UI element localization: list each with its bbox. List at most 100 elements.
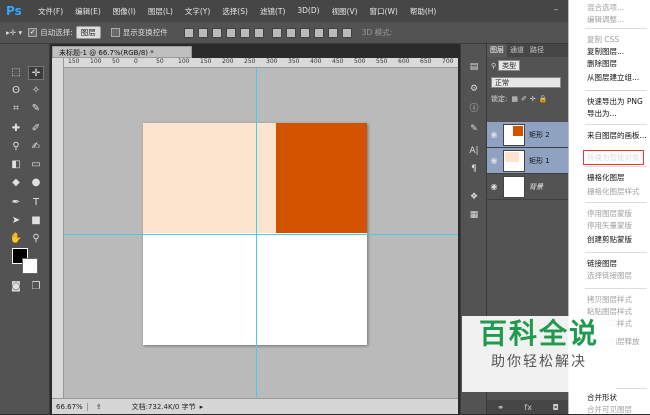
properties-panel-icon[interactable]: ⚙ [466, 82, 482, 96]
layer-row[interactable]: ◉ 背景 [487, 174, 569, 200]
context-menu-item[interactable]: 合并可见图层 [587, 404, 632, 415]
hand-tool-icon[interactable]: ✋ [8, 232, 24, 246]
context-menu-item[interactable]: 栅格化图层样式 [587, 186, 640, 197]
vertical-guide[interactable] [256, 68, 257, 398]
brushes-panel-icon[interactable]: ✎ [466, 122, 482, 136]
context-menu-item[interactable]: 停用矢量蒙版 [587, 220, 632, 231]
dodge-tool-icon[interactable]: ● [28, 176, 44, 190]
distribute-right-icon[interactable] [341, 27, 352, 38]
distribute-top-icon[interactable] [271, 27, 282, 38]
convert-to-smart-object-menu-item[interactable]: 转换为智能对象 [583, 150, 644, 165]
show-transform-checkbox[interactable]: 显示变换控件 [110, 27, 168, 38]
context-menu-item[interactable]: 拷贝图层样式 [587, 294, 632, 305]
eraser-tool-icon[interactable]: ◧ [8, 158, 24, 172]
context-menu-item[interactable]: 停用图层蒙版 [587, 208, 632, 219]
eyedropper-tool-icon[interactable]: ✎ [28, 102, 44, 116]
context-menu-item[interactable]: 栅格化图层 [587, 172, 625, 183]
context-menu-item[interactable]: 复制 CSS [587, 34, 619, 45]
menu-item[interactable]: 选择(S) [216, 6, 254, 17]
distribute-bottom-icon[interactable] [299, 27, 310, 38]
layer-row[interactable]: ◉ 矩形 2 [487, 122, 569, 148]
info-menu-arrow-icon[interactable]: ▸ [196, 403, 204, 411]
path-selection-tool-icon[interactable]: ➤ [8, 214, 24, 228]
menu-item[interactable]: 滤镜(T) [254, 6, 291, 17]
layer-filter-dropdown[interactable]: 类型 [498, 60, 521, 71]
horizontal-guide[interactable] [64, 234, 458, 235]
menu-item[interactable]: 文件(F) [32, 6, 69, 17]
quick-mask-icon[interactable]: ◙ [8, 280, 24, 294]
distribute-left-icon[interactable] [313, 27, 324, 38]
menu-item[interactable]: 图层(L) [142, 6, 179, 17]
menu-item[interactable]: 窗口(W) [364, 6, 404, 17]
lock-transparent-icon[interactable]: ▦ [511, 95, 518, 103]
minimize-button[interactable]: – [548, 4, 564, 16]
menu-item[interactable]: 图像(I) [107, 6, 142, 17]
auto-select-checkbox[interactable]: ✓ 自动选择: 图层 [28, 26, 101, 39]
distribute-hcenter-icon[interactable] [327, 27, 338, 38]
pen-tool-icon[interactable]: ✒ [8, 196, 24, 210]
export-icon[interactable]: ⇪ [88, 403, 110, 411]
history-panel-icon[interactable]: ▤ [466, 60, 482, 74]
document-tab[interactable]: 未标题-1 @ 66.7%(RGB/8) * [52, 46, 192, 58]
lock-all-icon[interactable]: 🔒 [539, 95, 548, 103]
canvas-area[interactable] [64, 68, 458, 398]
context-menu-item[interactable]: 快速导出为 PNG [587, 96, 643, 107]
add-mask-icon[interactable]: ◘ [552, 403, 558, 412]
eye-icon[interactable]: ◉ [487, 156, 501, 165]
tab-paths[interactable]: 路径 [527, 44, 547, 57]
character-panel-icon[interactable]: A| [466, 144, 482, 158]
move-tool-icon[interactable]: ✛ [28, 66, 44, 80]
swatches-panel-icon[interactable]: ❖ [466, 190, 482, 204]
context-menu-item[interactable]: 选择链接图层 [587, 270, 632, 281]
eye-icon[interactable]: ◉ [487, 182, 501, 191]
context-menu-item[interactable]: 来自图层的画板... [587, 130, 647, 141]
menu-item[interactable]: 帮助(H) [404, 6, 443, 17]
layer-row[interactable]: ◉ 矩形 1 [487, 148, 569, 174]
align-hcenter-icon[interactable] [239, 27, 250, 38]
context-menu-item[interactable]: 混合选项... [587, 2, 624, 13]
context-menu-item[interactable]: 创建剪贴蒙版 [587, 234, 632, 245]
blur-tool-icon[interactable]: ◆ [8, 176, 24, 190]
paragraph-panel-icon[interactable]: ¶ [466, 162, 482, 176]
align-vcenter-icon[interactable] [197, 27, 208, 38]
context-menu-item[interactable]: 合并形状 [587, 392, 617, 403]
align-bottom-icon[interactable] [211, 27, 222, 38]
move-tool-preset[interactable]: ▸✛ ▾ [6, 28, 22, 37]
stamp-tool-icon[interactable]: ⚲ [8, 140, 24, 154]
eye-icon[interactable]: ◉ [487, 130, 501, 139]
auto-select-dropdown[interactable]: 图层 [75, 26, 101, 39]
context-menu-item[interactable]: 从图层建立组... [587, 72, 639, 83]
history-brush-tool-icon[interactable]: ✍ [28, 140, 44, 154]
link-layers-icon[interactable]: ⚭ [497, 403, 504, 412]
menu-item[interactable]: 文字(Y) [179, 6, 216, 17]
rectangle-tool-icon[interactable]: ■ [28, 214, 44, 228]
context-menu-item[interactable]: 复制图层... [587, 46, 624, 57]
rectangle-2-shape[interactable] [276, 123, 367, 233]
background-color-swatch[interactable] [22, 258, 38, 274]
menu-item[interactable]: 3D(D) [291, 6, 325, 17]
blend-mode-dropdown[interactable]: 正常 [491, 77, 561, 88]
gradient-tool-icon[interactable]: ▭ [28, 158, 44, 172]
align-right-icon[interactable] [253, 27, 264, 38]
lock-position-icon[interactable]: ✛ [530, 95, 536, 103]
context-menu-item[interactable]: 链接图层 [587, 258, 617, 269]
menu-item[interactable]: 视图(V) [326, 6, 364, 17]
screen-mode-icon[interactable]: ❐ [28, 280, 44, 294]
lasso-tool-icon[interactable]: ʘ [8, 84, 24, 98]
magic-wand-tool-icon[interactable]: ✧ [28, 84, 44, 98]
align-top-icon[interactable] [183, 27, 194, 38]
context-menu-item[interactable]: 编辑调整... [587, 14, 624, 25]
marquee-tool-icon[interactable]: ⬚ [8, 66, 24, 80]
context-menu-item[interactable]: 导出为... [587, 108, 617, 119]
crop-tool-icon[interactable]: ⌗ [8, 102, 24, 116]
brush-tool-icon[interactable]: ✐ [28, 122, 44, 136]
type-tool-icon[interactable]: T [28, 196, 44, 210]
document-info[interactable]: 文档:732.4K/0 字节 [110, 402, 196, 412]
align-left-icon[interactable] [225, 27, 236, 38]
zoom-tool-icon[interactable]: ⚲ [28, 232, 44, 246]
healing-brush-tool-icon[interactable]: ✚ [8, 122, 24, 136]
styles-panel-icon[interactable]: ▦ [466, 208, 482, 222]
tab-channels[interactable]: 通道 [507, 44, 527, 57]
menu-item[interactable]: 编辑(E) [69, 6, 107, 17]
tab-layers[interactable]: 图层 [487, 44, 507, 57]
